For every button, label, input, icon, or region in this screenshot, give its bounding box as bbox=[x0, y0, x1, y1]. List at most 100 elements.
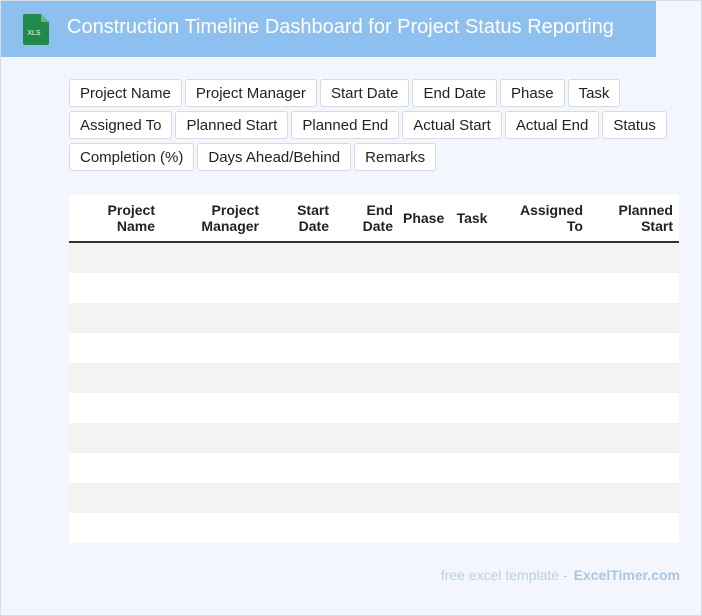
table-cell[interactable] bbox=[497, 273, 589, 303]
table-cell[interactable] bbox=[161, 333, 265, 363]
field-chip[interactable]: Assigned To bbox=[69, 111, 173, 139]
column-header[interactable]: Task bbox=[449, 195, 497, 243]
field-chip[interactable]: Task bbox=[567, 79, 621, 107]
table-cell[interactable] bbox=[589, 513, 679, 543]
table-cell[interactable] bbox=[265, 483, 335, 513]
table-cell[interactable] bbox=[497, 513, 589, 543]
table-cell[interactable] bbox=[399, 513, 449, 543]
table-cell[interactable] bbox=[335, 303, 399, 333]
table-cell[interactable] bbox=[69, 242, 161, 273]
table-cell[interactable] bbox=[335, 453, 399, 483]
table-cell[interactable] bbox=[589, 393, 679, 423]
table-cell[interactable] bbox=[161, 303, 265, 333]
field-chip[interactable]: End Date bbox=[412, 79, 498, 107]
table-cell[interactable] bbox=[589, 483, 679, 513]
table-cell[interactable] bbox=[449, 513, 497, 543]
table-cell[interactable] bbox=[265, 242, 335, 273]
table-cell[interactable] bbox=[69, 453, 161, 483]
table-cell[interactable] bbox=[69, 273, 161, 303]
table-cell[interactable] bbox=[589, 242, 679, 273]
field-chip[interactable]: Planned End bbox=[291, 111, 400, 139]
table-cell[interactable] bbox=[497, 303, 589, 333]
table-cell[interactable] bbox=[69, 393, 161, 423]
column-header[interactable]: Planned Start bbox=[589, 195, 679, 243]
table-cell[interactable] bbox=[265, 333, 335, 363]
table-cell[interactable] bbox=[161, 423, 265, 453]
column-header[interactable]: End Date bbox=[335, 195, 399, 243]
column-header[interactable]: Start Date bbox=[265, 195, 335, 243]
table-cell[interactable] bbox=[161, 363, 265, 393]
table-cell[interactable] bbox=[399, 363, 449, 393]
table-cell[interactable] bbox=[449, 453, 497, 483]
table-cell[interactable] bbox=[335, 363, 399, 393]
table-cell[interactable] bbox=[589, 453, 679, 483]
table-cell[interactable] bbox=[335, 483, 399, 513]
table-cell[interactable] bbox=[265, 363, 335, 393]
table-cell[interactable] bbox=[399, 273, 449, 303]
table-cell[interactable] bbox=[497, 393, 589, 423]
table-cell[interactable] bbox=[449, 273, 497, 303]
table-cell[interactable] bbox=[399, 333, 449, 363]
column-header[interactable]: Project Manager bbox=[161, 195, 265, 243]
table-cell[interactable] bbox=[335, 423, 399, 453]
table-cell[interactable] bbox=[497, 333, 589, 363]
table-cell[interactable] bbox=[69, 333, 161, 363]
table-cell[interactable] bbox=[589, 363, 679, 393]
table-cell[interactable] bbox=[265, 423, 335, 453]
table-cell[interactable] bbox=[589, 303, 679, 333]
table-cell[interactable] bbox=[161, 513, 265, 543]
table-cell[interactable] bbox=[449, 363, 497, 393]
field-chip[interactable]: Phase bbox=[500, 79, 565, 107]
table-cell[interactable] bbox=[335, 393, 399, 423]
table-cell[interactable] bbox=[69, 423, 161, 453]
table-cell[interactable] bbox=[265, 513, 335, 543]
field-chip[interactable]: Days Ahead/Behind bbox=[197, 143, 352, 171]
field-chip[interactable]: Actual End bbox=[504, 111, 600, 139]
table-cell[interactable] bbox=[589, 423, 679, 453]
table-cell[interactable] bbox=[497, 423, 589, 453]
field-chip[interactable]: Planned Start bbox=[175, 111, 289, 139]
table-cell[interactable] bbox=[161, 453, 265, 483]
column-header[interactable]: Phase bbox=[399, 195, 449, 243]
table-cell[interactable] bbox=[335, 513, 399, 543]
field-chip[interactable]: Project Name bbox=[69, 79, 182, 107]
table-cell[interactable] bbox=[589, 333, 679, 363]
field-chip[interactable]: Status bbox=[602, 111, 667, 139]
table-cell[interactable] bbox=[161, 273, 265, 303]
field-chip[interactable]: Actual Start bbox=[402, 111, 502, 139]
table-cell[interactable] bbox=[399, 453, 449, 483]
table-cell[interactable] bbox=[449, 423, 497, 453]
table-cell[interactable] bbox=[335, 242, 399, 273]
table-cell[interactable] bbox=[265, 303, 335, 333]
table-cell[interactable] bbox=[449, 242, 497, 273]
table-cell[interactable] bbox=[69, 363, 161, 393]
table-cell[interactable] bbox=[161, 393, 265, 423]
table-cell[interactable] bbox=[449, 303, 497, 333]
table-cell[interactable] bbox=[497, 483, 589, 513]
field-chip[interactable]: Completion (%) bbox=[69, 143, 195, 171]
field-chip[interactable]: Remarks bbox=[354, 143, 437, 171]
footer-brand-link[interactable]: ExcelTimer.com bbox=[574, 567, 680, 583]
column-header[interactable]: Assigned To bbox=[497, 195, 589, 243]
table-cell[interactable] bbox=[399, 242, 449, 273]
column-header[interactable]: Project Name bbox=[69, 195, 161, 243]
table-cell[interactable] bbox=[69, 513, 161, 543]
table-cell[interactable] bbox=[449, 333, 497, 363]
table-cell[interactable] bbox=[449, 483, 497, 513]
table-cell[interactable] bbox=[497, 242, 589, 273]
table-cell[interactable] bbox=[265, 273, 335, 303]
table-cell[interactable] bbox=[265, 393, 335, 423]
table-cell[interactable] bbox=[399, 483, 449, 513]
field-chip[interactable]: Start Date bbox=[319, 79, 410, 107]
table-cell[interactable] bbox=[161, 242, 265, 273]
table-cell[interactable] bbox=[69, 483, 161, 513]
field-chip[interactable]: Project Manager bbox=[184, 79, 317, 107]
table-cell[interactable] bbox=[69, 303, 161, 333]
table-cell[interactable] bbox=[335, 273, 399, 303]
table-cell[interactable] bbox=[399, 393, 449, 423]
table-cell[interactable] bbox=[589, 273, 679, 303]
table-cell[interactable] bbox=[497, 453, 589, 483]
table-cell[interactable] bbox=[161, 483, 265, 513]
table-cell[interactable] bbox=[399, 303, 449, 333]
table-cell[interactable] bbox=[497, 363, 589, 393]
